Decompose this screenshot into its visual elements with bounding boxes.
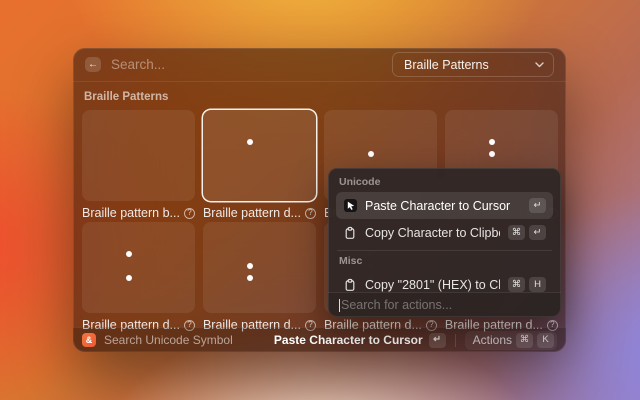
- search-input[interactable]: [111, 57, 392, 72]
- action-item-keys: ⌘H: [508, 277, 546, 292]
- braille-grid-item: Braille pattern d...?: [203, 222, 316, 332]
- return-key-badge: ↵: [529, 198, 546, 213]
- actions-button-keys: ⌘K: [516, 333, 554, 348]
- key-badge: H: [529, 277, 546, 292]
- braille-dot: [247, 263, 253, 269]
- primary-action-button[interactable]: Paste Character to Cursor ↵: [274, 333, 446, 348]
- braille-dot: [247, 139, 253, 145]
- paste-icon: [343, 199, 357, 213]
- braille-dot: [126, 251, 132, 257]
- panel-section-title: Unicode: [339, 176, 553, 189]
- braille-cell-label: Braille pattern b...: [82, 206, 180, 220]
- back-button[interactable]: ←: [85, 57, 101, 72]
- action-item-label: Copy Character to Clipboard: [365, 226, 500, 240]
- search-header: ← Braille Patterns: [73, 48, 566, 82]
- key-badge: K: [537, 333, 554, 348]
- braille-cell-label-row: Braille pattern b...?: [82, 206, 195, 220]
- extension-icon: &: [82, 333, 96, 347]
- braille-cell-label-row: Braille pattern d...?: [203, 206, 316, 220]
- braille-grid-item: Braille pattern b...?: [82, 110, 195, 220]
- status-bar: & Search Unicode Symbol Paste Character …: [73, 327, 566, 352]
- braille-grid-item: Braille pattern d...?: [82, 222, 195, 332]
- actions-search-input[interactable]: [341, 298, 550, 312]
- primary-action-label: Paste Character to Cursor: [274, 333, 423, 347]
- category-dropdown[interactable]: Braille Patterns: [392, 52, 554, 77]
- action-item[interactable]: Copy Character to Clipboard⌘↵: [336, 219, 553, 246]
- braille-cell-selected[interactable]: [203, 110, 316, 201]
- text-caret: [339, 299, 340, 312]
- return-key-badge: ↵: [529, 225, 546, 240]
- info-icon: ?: [184, 208, 195, 219]
- clipboard-icon: [343, 226, 357, 240]
- actions-list: Unicode Paste Character to Cursor ↵ Copy Ch…: [328, 168, 561, 292]
- braille-cell[interactable]: [82, 110, 195, 201]
- category-dropdown-value: Braille Patterns: [404, 58, 489, 72]
- braille-dot: [247, 275, 253, 281]
- braille-grid-item: Braille pattern d...?: [203, 110, 316, 220]
- braille-cell[interactable]: [203, 222, 316, 313]
- action-item-label: Paste Character to Cursor: [365, 199, 521, 213]
- braille-cell[interactable]: [82, 222, 195, 313]
- clipboard-icon: [343, 278, 357, 292]
- action-item-label: Copy "2801" (HEX) to Clipboard: [365, 278, 500, 292]
- action-item[interactable]: Copy "2801" (HEX) to Clipboard⌘H: [336, 271, 553, 292]
- panel-section-title: Misc: [339, 255, 553, 268]
- command-key-badge: ⌘: [516, 333, 533, 348]
- braille-dot: [126, 275, 132, 281]
- primary-action-keys: ↵: [429, 333, 446, 348]
- braille-dot: [489, 139, 495, 145]
- action-item-keys: ↵: [529, 198, 546, 213]
- panel-divider: [337, 250, 552, 251]
- braille-dot: [368, 151, 374, 157]
- return-key-badge: ↵: [429, 333, 446, 348]
- command-key-badge: ⌘: [508, 225, 525, 240]
- braille-dot: [489, 151, 495, 157]
- actions-panel: Unicode Paste Character to Cursor ↵ Copy Ch…: [328, 168, 561, 317]
- extension-name: Search Unicode Symbol: [104, 333, 233, 347]
- status-bar-divider: [455, 334, 456, 347]
- braille-cell-label: Braille pattern d...: [203, 206, 301, 220]
- section-title: Braille Patterns: [84, 91, 557, 104]
- actions-button-label: Actions: [473, 333, 512, 347]
- action-item[interactable]: Paste Character to Cursor ↵: [336, 192, 553, 219]
- command-key-badge: ⌘: [508, 277, 525, 292]
- actions-search: [328, 292, 561, 317]
- info-icon: ?: [305, 208, 316, 219]
- action-item-keys: ⌘↵: [508, 225, 546, 240]
- chevron-down-icon: [535, 62, 544, 68]
- actions-button[interactable]: Actions ⌘K: [465, 331, 557, 350]
